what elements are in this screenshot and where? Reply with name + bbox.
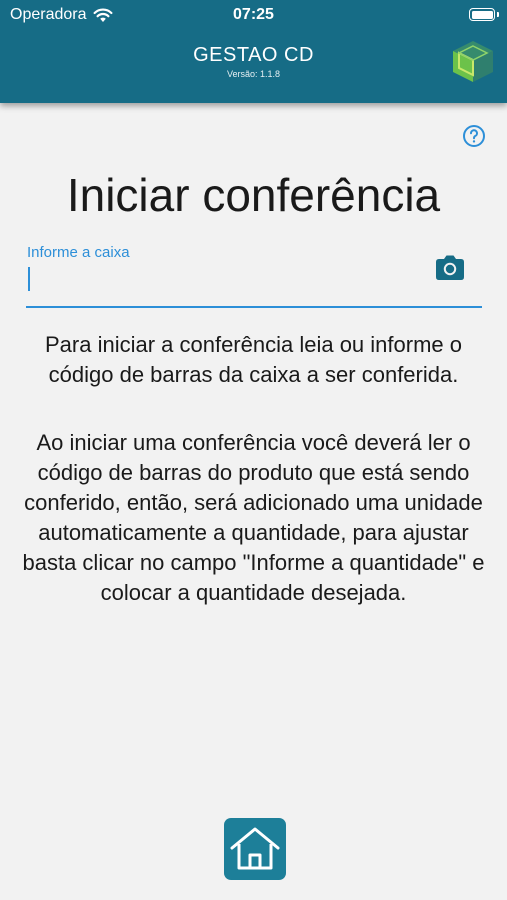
input-underline — [26, 306, 482, 308]
home-button[interactable] — [224, 818, 286, 880]
help-button[interactable] — [462, 124, 486, 148]
page-title: Iniciar conferência — [66, 169, 441, 221]
box-field-label: Informe a caixa — [27, 244, 130, 261]
status-time: 07:25 — [233, 6, 274, 23]
battery-tip — [497, 12, 499, 17]
cube-logo-icon — [453, 41, 493, 82]
text-caret — [28, 267, 30, 291]
battery-fill — [471, 10, 493, 19]
app-header: Operadora 07:25 GESTAO CD Versão: 1.1.8 — [0, 0, 507, 103]
app-title: GESTAO CD — [193, 44, 314, 66]
camera-icon[interactable] — [434, 253, 466, 283]
home-icon — [230, 827, 280, 870]
instruction-paragraph-2: Ao iniciar uma conferência você deverá l… — [22, 430, 485, 605]
instruction-paragraph-1: Para iniciar a conferência leia ou infor… — [44, 332, 462, 387]
box-code-input[interactable] — [27, 264, 409, 296]
battery-icon — [469, 8, 495, 21]
app-version: Versão: 1.1.8 — [226, 69, 281, 79]
